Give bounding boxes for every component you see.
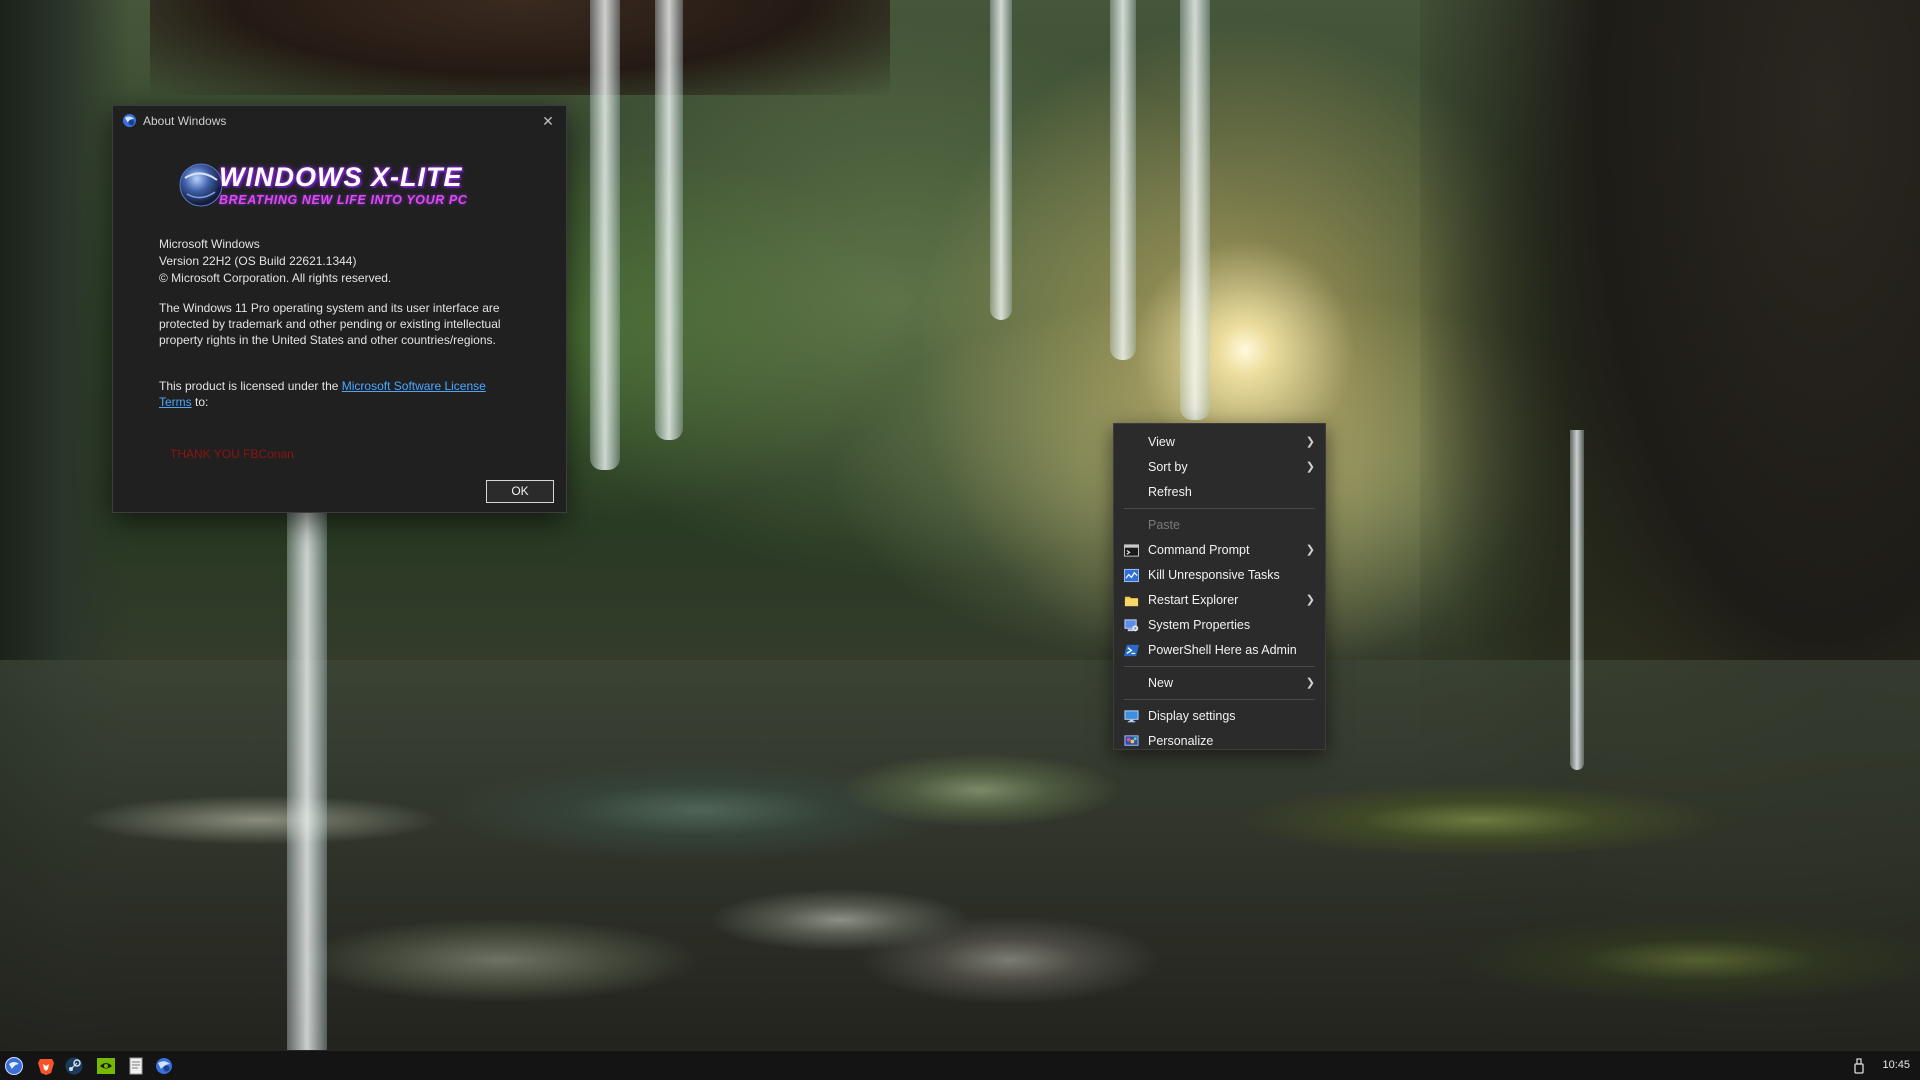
menu-item-display-settings[interactable]: Display settings xyxy=(1114,704,1325,729)
windows-x-lite-icon[interactable] xyxy=(154,1056,174,1076)
menu-item-kill-unresponsive-tasks[interactable]: Kill Unresponsive Tasks xyxy=(1114,563,1325,588)
nvidia-icon[interactable] xyxy=(96,1056,116,1076)
windows-x-lite-logo: WINDOWS X-LITE BREATHING NEW LIFE INTO Y… xyxy=(179,156,509,216)
menu-item-new[interactable]: New ❯ xyxy=(1114,671,1325,696)
dialog-title: About Windows xyxy=(143,114,227,128)
powershell-icon xyxy=(1124,644,1139,657)
chevron-right-icon: ❯ xyxy=(1305,594,1315,606)
license-suffix: to: xyxy=(191,395,209,409)
system-properties-icon xyxy=(1124,619,1139,632)
version-info: Microsoft Windows Version 22H2 (OS Build… xyxy=(159,236,539,287)
wallpaper-icicle xyxy=(590,0,620,470)
windows-x-lite-icon xyxy=(122,113,137,128)
menu-item-label: PowerShell Here as Admin xyxy=(1148,643,1297,657)
wallpaper-icicle xyxy=(655,0,683,440)
menu-separator xyxy=(1124,666,1315,667)
menu-item-label: Sort by xyxy=(1148,460,1188,474)
chevron-right-icon: ❯ xyxy=(1305,461,1315,473)
dialog-titlebar[interactable]: About Windows ✕ xyxy=(113,106,566,136)
menu-item-label: Kill Unresponsive Tasks xyxy=(1148,568,1280,582)
wallpaper-icicle xyxy=(1180,0,1210,420)
menu-item-paste: Paste xyxy=(1114,513,1325,538)
brave-browser-icon[interactable] xyxy=(36,1056,56,1076)
desktop-context-menu: View ❯ Sort by ❯ Refresh Paste Command P… xyxy=(1113,423,1326,750)
license-statement: This product is licensed under the Micro… xyxy=(159,378,504,410)
menu-item-label: New xyxy=(1148,676,1174,690)
chevron-right-icon: ❯ xyxy=(1305,436,1315,448)
menu-item-label: System Properties xyxy=(1148,618,1251,632)
license-prefix: This product is licensed under the xyxy=(159,379,342,393)
menu-separator xyxy=(1124,508,1315,509)
menu-item-restart-explorer[interactable]: Restart Explorer ❯ xyxy=(1114,588,1325,613)
wallpaper-icicle xyxy=(1110,0,1136,360)
menu-item-label: Refresh xyxy=(1148,485,1192,499)
menu-item-powershell-admin[interactable]: PowerShell Here as Admin xyxy=(1114,638,1325,663)
wallpaper-icicle xyxy=(990,0,1012,320)
menu-item-view[interactable]: View ❯ xyxy=(1114,430,1325,455)
logo-tagline: BREATHING NEW LIFE INTO YOUR PC xyxy=(219,193,468,207)
menu-item-command-prompt[interactable]: Command Prompt ❯ xyxy=(1114,538,1325,563)
personalize-icon xyxy=(1124,735,1139,746)
wallpaper-icicle xyxy=(1570,430,1584,770)
menu-item-label: Restart Explorer xyxy=(1148,593,1239,607)
menu-item-personalize[interactable]: Personalize xyxy=(1114,729,1325,754)
ok-button[interactable]: OK xyxy=(486,480,554,503)
menu-separator xyxy=(1124,699,1315,700)
product-name: Microsoft Windows xyxy=(159,237,260,251)
logo-title: WINDOWS X-LITE xyxy=(219,162,463,192)
menu-item-refresh[interactable]: Refresh xyxy=(1114,480,1325,505)
copyright-text: © Microsoft Corporation. All rights rese… xyxy=(159,271,392,285)
menu-item-label: View xyxy=(1148,435,1175,449)
menu-item-sort-by[interactable]: Sort by ❯ xyxy=(1114,455,1325,480)
menu-item-label: Display settings xyxy=(1148,709,1236,723)
about-windows-dialog: About Windows ✕ WINDOWS X-LITE BREATHING… xyxy=(112,105,567,513)
folder-icon xyxy=(1124,596,1139,607)
description-text: The Windows 11 Pro operating system and … xyxy=(159,301,501,347)
close-icon: ✕ xyxy=(542,113,554,129)
globe-logo-icon xyxy=(179,163,223,207)
notepad-icon[interactable] xyxy=(126,1056,146,1076)
wallpaper-cave-ceiling xyxy=(150,0,890,95)
taskbar-clock[interactable]: 10:45 xyxy=(1882,1059,1910,1071)
command-prompt-icon xyxy=(1124,544,1139,557)
menu-item-label: Paste xyxy=(1148,518,1180,532)
taskbar: 10:45 xyxy=(0,1050,1920,1080)
version-text: Version 22H2 (OS Build 22621.1344) xyxy=(159,254,357,268)
chevron-right-icon: ❯ xyxy=(1305,677,1315,689)
menu-item-system-properties[interactable]: System Properties xyxy=(1114,613,1325,638)
usb-device-tray-icon[interactable] xyxy=(1852,1058,1866,1074)
menu-item-label: Personalize xyxy=(1148,734,1214,748)
chevron-right-icon: ❯ xyxy=(1305,544,1315,556)
close-button[interactable]: ✕ xyxy=(536,110,560,132)
menu-item-label: Command Prompt xyxy=(1148,543,1250,557)
start-icon[interactable] xyxy=(4,1056,24,1076)
display-icon xyxy=(1124,710,1139,723)
wallpaper-icicle xyxy=(287,500,327,1050)
task-manager-icon xyxy=(1124,568,1139,583)
steam-icon[interactable] xyxy=(64,1056,84,1076)
licensee-text: THANK YOU FBConan xyxy=(170,447,294,461)
